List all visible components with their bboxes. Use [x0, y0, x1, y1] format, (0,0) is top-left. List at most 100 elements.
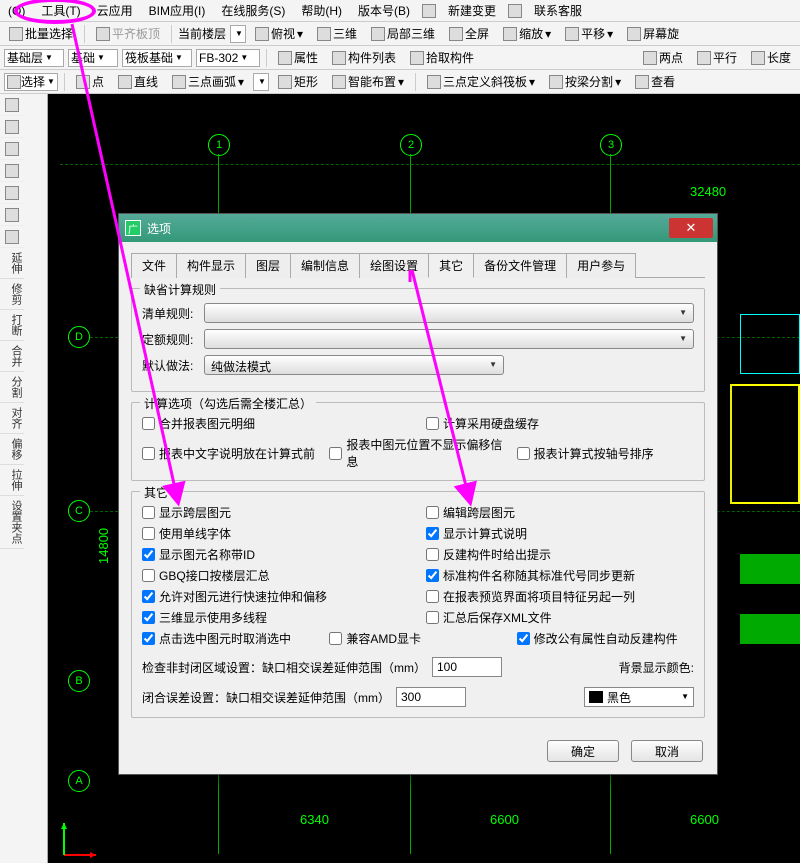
side-align[interactable]: 对齐	[0, 403, 24, 434]
tool-icon[interactable]	[5, 98, 19, 112]
tab-backup[interactable]: 备份文件管理	[473, 253, 567, 278]
menu-item-tools[interactable]: 工具(T)	[37, 0, 84, 21]
fullscreen-btn[interactable]: 全屏	[444, 23, 494, 44]
side-merge[interactable]: 合并	[0, 341, 24, 372]
input-gap-a[interactable]	[432, 657, 502, 677]
point-btn[interactable]: 点	[71, 71, 109, 92]
parallel-btn[interactable]: 平行	[692, 47, 742, 68]
contact-btn[interactable]: 联系客服	[530, 0, 586, 21]
batch-select-btn[interactable]: 批量选择	[4, 23, 78, 44]
tool-icon[interactable]	[5, 208, 19, 222]
menu-item[interactable]: BIM应用(I)	[145, 0, 210, 21]
chk-by-axis[interactable]: 报表计算式按轴号排序	[517, 436, 694, 470]
input-gap-b[interactable]	[396, 687, 466, 707]
chk-merge-detail[interactable]: 合并报表图元明细	[142, 415, 410, 432]
chk-amd[interactable]: 兼容AMD显卡	[329, 630, 506, 647]
rect-btn[interactable]: 矩形	[273, 71, 323, 92]
side-trim[interactable]: 修剪	[0, 279, 24, 310]
shape-dd[interactable]: ▼	[253, 73, 269, 91]
chk-fast-stretch[interactable]: 允许对图元进行快速拉伸和偏移	[142, 588, 410, 605]
zoom-btn[interactable]: 缩放▾	[498, 23, 556, 44]
side-offset[interactable]: 偏移	[0, 434, 24, 465]
slope-btn[interactable]: 三点定义斜筏板▾	[422, 71, 540, 92]
dialog-tabs: 文件 构件显示 图层 编制信息 绘图设置 其它 备份文件管理 用户参与	[131, 252, 705, 278]
view-btn2[interactable]: 查看	[630, 71, 680, 92]
smart-btn[interactable]: 智能布置▾	[327, 71, 409, 92]
beam-split-btn[interactable]: 按梁分割▾	[544, 71, 626, 92]
cancel-button[interactable]: 取消	[631, 740, 703, 762]
close-button[interactable]: ✕	[669, 218, 713, 238]
chk-show-cross[interactable]: 显示跨层图元	[142, 504, 410, 521]
toolbar-1: 批量选择 平齐板顶 当前楼层 ▼ 俯视▾ 三维 局部三维 全屏 缩放▾ 平移▾ …	[0, 22, 800, 46]
menu-item[interactable]: 版本号(B)	[354, 0, 414, 21]
rotate-btn[interactable]: 屏幕旋	[622, 23, 684, 44]
label-gap-b: 闭合误差设置：缺口相交误差延伸范围（mm）	[142, 689, 390, 706]
menu-item[interactable]: 在线服务(S)	[217, 0, 289, 21]
chk-feature-newcol[interactable]: 在报表预览界面将项目特征另起一列	[426, 588, 694, 605]
chk-auto-rebuild[interactable]: 修改公有属性自动反建构件	[517, 630, 694, 647]
floor-dd[interactable]: ▼	[230, 25, 246, 43]
side-extend[interactable]: 延伸	[0, 248, 24, 279]
flat-top-btn[interactable]: 平齐板顶	[91, 23, 165, 44]
tool-icon[interactable]	[5, 142, 19, 156]
tab-layer[interactable]: 图层	[245, 253, 291, 278]
chk-std-sync[interactable]: 标准构件名称随其标准代号同步更新	[426, 567, 694, 584]
tab-display[interactable]: 构件显示	[176, 253, 246, 278]
attr-btn[interactable]: 属性	[273, 47, 323, 68]
menu-item[interactable]: (O)	[4, 2, 29, 20]
comp-list-btn[interactable]: 构件列表	[327, 47, 401, 68]
tool-icon[interactable]	[5, 120, 19, 134]
two-pt-btn[interactable]: 两点	[638, 47, 688, 68]
tab-info[interactable]: 编制信息	[290, 253, 360, 278]
3d-view-btn[interactable]: 三维	[312, 23, 362, 44]
pan-btn[interactable]: 平移▾	[560, 23, 618, 44]
chk-show-calc-desc[interactable]: 显示计算式说明	[426, 525, 694, 542]
dd-raft[interactable]: 筏板基础▼	[122, 49, 192, 67]
dd-quota-rule[interactable]	[204, 329, 694, 349]
cube-icon	[317, 27, 331, 41]
side-break[interactable]: 打断	[0, 310, 24, 341]
grid-bubble-b: B	[68, 670, 90, 692]
menu-item[interactable]: 帮助(H)	[297, 0, 346, 21]
ok-button[interactable]: 确定	[547, 740, 619, 762]
chk-no-offset[interactable]: 报表中图元位置不显示偏移信息	[329, 436, 506, 470]
chk-edit-cross[interactable]: 编辑跨层图元	[426, 504, 694, 521]
dialog-titlebar[interactable]: 广 选项 ✕	[119, 214, 717, 242]
dd-fb302[interactable]: FB-302▼	[196, 49, 260, 67]
tab-draw[interactable]: 绘图设置	[359, 253, 429, 278]
chk-disk-cache[interactable]: 计算采用硬盘缓存	[426, 415, 694, 432]
pick-btn[interactable]: 拾取构件	[405, 47, 479, 68]
local-3d-btn[interactable]: 局部三维	[366, 23, 440, 44]
line-btn[interactable]: 直线	[113, 71, 163, 92]
chk-text-before[interactable]: 报表中文字说明放在计算式前	[142, 436, 319, 470]
chk-gbq-floor[interactable]: GBQ接口按楼层汇总	[142, 567, 410, 584]
dd-default-method[interactable]: 纯做法模式	[204, 355, 504, 375]
rect-icon	[278, 75, 292, 89]
side-grip[interactable]: 设置夹点	[0, 496, 24, 549]
chk-3d-mt[interactable]: 三维显示使用多线程	[142, 609, 410, 626]
new-change-btn[interactable]: 新建变更	[444, 0, 500, 21]
length-btn[interactable]: 长度	[746, 47, 796, 68]
select-dd[interactable]: 选择▼	[4, 73, 58, 91]
chk-name-with-id[interactable]: 显示图元名称带ID	[142, 546, 410, 563]
top-view-btn[interactable]: 俯视▾	[250, 23, 308, 44]
dd-basic[interactable]: 基础▼	[68, 49, 118, 67]
tab-other[interactable]: 其它	[428, 253, 474, 278]
chk-rebuild-hint[interactable]: 反建构件时给出提示	[426, 546, 694, 563]
dd-bgcolor[interactable]: 黑色	[584, 687, 694, 707]
tool-icon[interactable]	[5, 186, 19, 200]
menu-item[interactable]: 云应用	[93, 0, 137, 21]
side-split[interactable]: 分割	[0, 372, 24, 403]
chk-single-font[interactable]: 使用单线字体	[142, 525, 410, 542]
group-calc-options: 计算选项（勾选后需全楼汇总） 合并报表图元明细 计算采用硬盘缓存 报表中文字说明…	[131, 402, 705, 481]
arc-btn[interactable]: 三点画弧▾	[167, 71, 249, 92]
dd-list-rule[interactable]	[204, 303, 694, 323]
side-stretch[interactable]: 拉伸	[0, 465, 24, 496]
chk-click-deselect[interactable]: 点击选中图元时取消选中	[142, 630, 319, 647]
tool-icon[interactable]	[5, 164, 19, 178]
tab-user[interactable]: 用户参与	[566, 253, 636, 278]
dd-basic-floor[interactable]: 基础层▼	[4, 49, 64, 67]
tool-icon[interactable]	[5, 230, 19, 244]
tab-file[interactable]: 文件	[131, 253, 177, 278]
chk-save-xml[interactable]: 汇总后保存XML文件	[426, 609, 694, 626]
